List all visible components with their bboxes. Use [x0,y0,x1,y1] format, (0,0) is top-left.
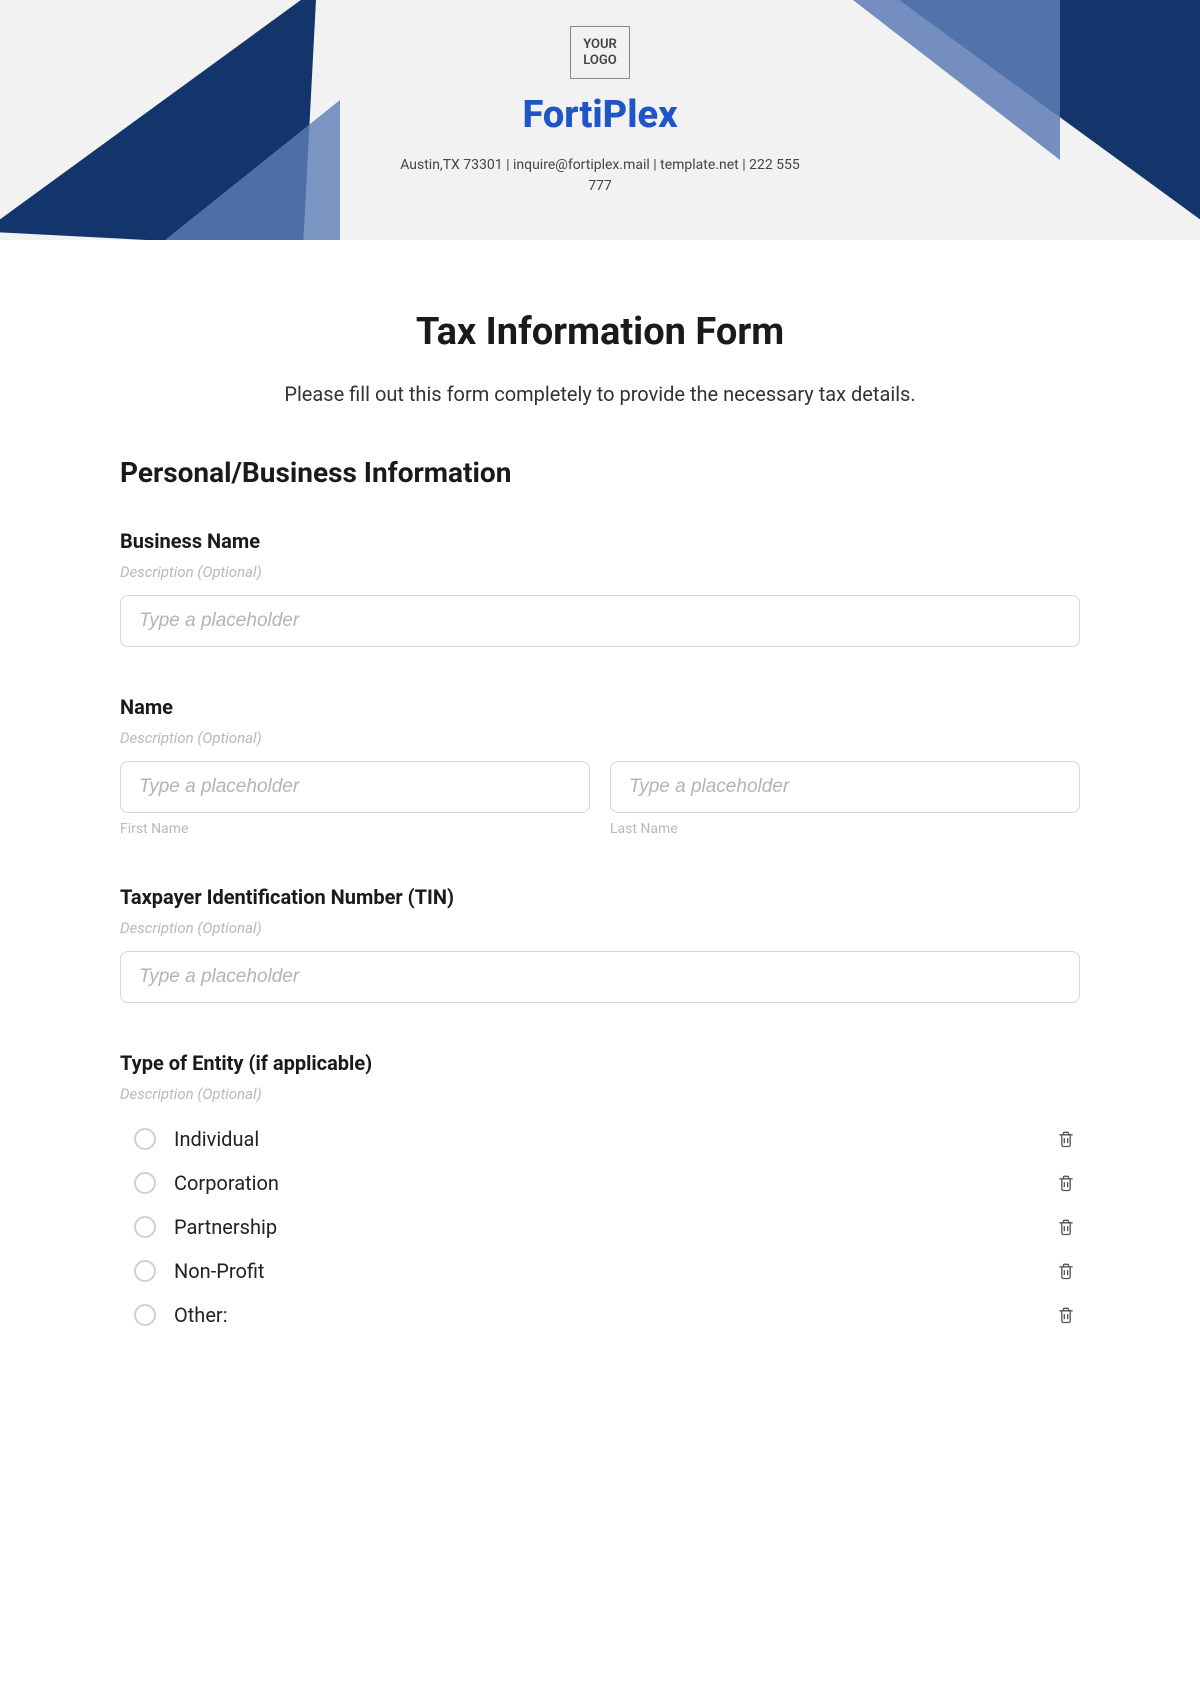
field-name: Name Description (Optional) First Name L… [120,695,1080,837]
radio-icon [134,1128,156,1150]
radio-icon [134,1260,156,1282]
radio-option-individual[interactable]: Individual [120,1117,1080,1161]
trash-icon[interactable] [1056,1304,1076,1326]
field-description: Description (Optional) [120,563,1080,581]
field-label: Type of Entity (if applicable) [120,1051,1080,1075]
field-description: Description (Optional) [120,729,1080,747]
field-entity-type: Type of Entity (if applicable) Descripti… [120,1051,1080,1337]
radio-label: Individual [174,1127,259,1151]
trash-icon[interactable] [1056,1216,1076,1238]
form-content: Tax Information Form Please fill out thi… [0,240,1200,1425]
radio-option-corporation[interactable]: Corporation [120,1161,1080,1205]
business-name-input[interactable] [120,595,1080,647]
trash-icon[interactable] [1056,1128,1076,1150]
last-name-sublabel: Last Name [610,821,1080,837]
field-label: Name [120,695,1080,719]
radio-icon [134,1304,156,1326]
radio-label: Other: [174,1303,228,1327]
logo-placeholder: YOUR LOGO [570,26,630,79]
form-title: Tax Information Form [120,310,1080,354]
trash-icon[interactable] [1056,1260,1076,1282]
field-label: Business Name [120,529,1080,553]
last-name-input[interactable] [610,761,1080,813]
header-banner: YOUR LOGO FortiPlex Austin,TX 73301 | in… [0,0,1200,240]
first-name-sublabel: First Name [120,821,590,837]
radio-option-partnership[interactable]: Partnership [120,1205,1080,1249]
radio-icon [134,1172,156,1194]
first-name-input[interactable] [120,761,590,813]
radio-label: Non-Profit [174,1259,264,1283]
brand-name: FortiPlex [0,93,1200,137]
tin-input[interactable] [120,951,1080,1003]
form-subtitle: Please fill out this form completely to … [120,382,1080,406]
entity-radio-list: Individual Corporation Partnership [120,1117,1080,1337]
trash-icon[interactable] [1056,1172,1076,1194]
radio-icon [134,1216,156,1238]
radio-option-other[interactable]: Other: [120,1293,1080,1337]
radio-option-nonprofit[interactable]: Non-Profit [120,1249,1080,1293]
contact-info: Austin,TX 73301 | inquire@fortiplex.mail… [400,155,800,197]
field-description: Description (Optional) [120,1085,1080,1103]
section-heading-personal: Personal/Business Information [120,456,1080,489]
field-label: Taxpayer Identification Number (TIN) [120,885,1080,909]
field-description: Description (Optional) [120,919,1080,937]
radio-label: Corporation [174,1171,279,1195]
field-tin: Taxpayer Identification Number (TIN) Des… [120,885,1080,1003]
field-business-name: Business Name Description (Optional) [120,529,1080,647]
radio-label: Partnership [174,1215,277,1239]
